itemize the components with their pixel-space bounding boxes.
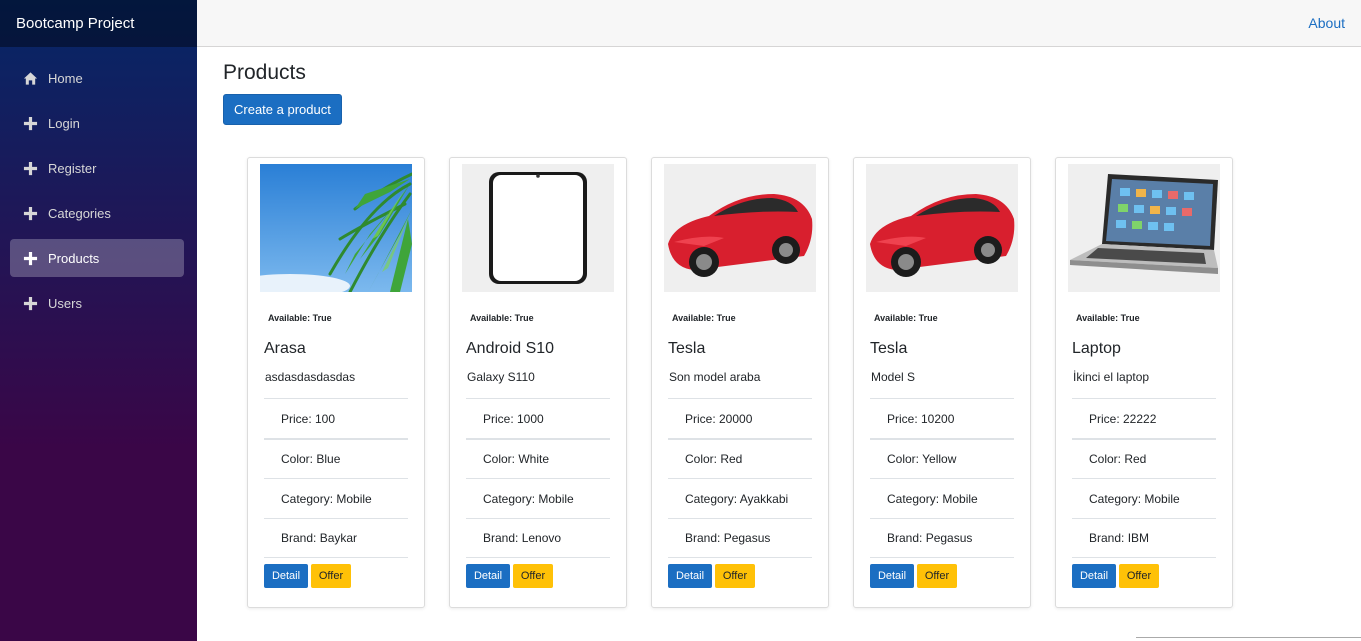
palm-tree-image: [260, 164, 412, 292]
price-item: Price: 20000: [668, 398, 812, 438]
product-description: Son model araba: [669, 370, 761, 384]
product-card: Available: True Android S10 Galaxy S110 …: [449, 157, 627, 608]
product-card: Available: True Laptop İkinci el laptop …: [1055, 157, 1233, 608]
red-car-image: [866, 164, 1018, 292]
sidebar-nav: Home Login Register Categories Products: [0, 47, 197, 322]
product-card: Available: True Arasa asdasdasdasdas Pri…: [247, 157, 425, 608]
product-name: Tesla: [668, 340, 706, 357]
availability-label: Available: True: [874, 313, 938, 323]
category-item: Category: Mobile: [1072, 478, 1216, 518]
top-bar: About: [197, 0, 1361, 47]
availability-label: Available: True: [470, 313, 534, 323]
product-list: Available: True Arasa asdasdasdasdas Pri…: [247, 157, 1233, 608]
product-properties: Price: 10200 Color: Yellow Category: Mob…: [870, 398, 1014, 558]
sidebar-item-products[interactable]: Products: [10, 239, 184, 277]
offer-button[interactable]: Offer: [917, 564, 957, 588]
brand-bar: Bootcamp Project: [0, 0, 197, 47]
detail-button[interactable]: Detail: [870, 564, 914, 588]
card-actions: Detail Offer: [668, 564, 816, 588]
price-item: Price: 1000: [466, 398, 610, 438]
product-properties: Price: 100 Color: Blue Category: Mobile …: [264, 398, 408, 558]
availability-label: Available: True: [268, 313, 332, 323]
color-item: Color: Yellow: [870, 438, 1014, 478]
brand-item: Brand: Baykar: [264, 518, 408, 558]
sidebar-item-label: Register: [48, 160, 97, 176]
availability-label: Available: True: [672, 313, 736, 323]
offer-button[interactable]: Offer: [513, 564, 553, 588]
laptop-image: [1068, 164, 1220, 292]
color-item: Color: Red: [1072, 438, 1216, 478]
sidebar-item-categories[interactable]: Categories: [10, 194, 184, 232]
red-car-image: [664, 164, 816, 292]
price-item: Price: 22222: [1072, 398, 1216, 438]
category-item: Category: Mobile: [870, 478, 1014, 518]
category-item: Category: Mobile: [264, 478, 408, 518]
product-name: Laptop: [1072, 340, 1121, 357]
plus-icon: [22, 205, 38, 221]
offer-button[interactable]: Offer: [715, 564, 755, 588]
product-description: asdasdasdasdas: [265, 370, 356, 384]
card-actions: Detail Offer: [870, 564, 1018, 588]
plus-icon: [22, 295, 38, 311]
product-description: Galaxy S110: [467, 370, 535, 384]
card-actions: Detail Offer: [264, 564, 412, 588]
sidebar-item-register[interactable]: Register: [10, 149, 184, 187]
product-properties: Price: 20000 Color: Red Category: Ayakka…: [668, 398, 812, 558]
brand-item: Brand: IBM: [1072, 518, 1216, 558]
product-name: Tesla: [870, 340, 908, 357]
detail-button[interactable]: Detail: [1072, 564, 1116, 588]
color-item: Color: Red: [668, 438, 812, 478]
plus-icon: [22, 160, 38, 176]
sidebar-item-label: Home: [48, 70, 83, 86]
product-name: Android S10: [466, 340, 555, 357]
product-description: İkinci el laptop: [1073, 370, 1150, 384]
offer-button[interactable]: Offer: [1119, 564, 1159, 588]
product-properties: Price: 1000 Color: White Category: Mobil…: [466, 398, 610, 558]
detail-button[interactable]: Detail: [264, 564, 308, 588]
product-card: Available: True Tesla Son model araba Pr…: [651, 157, 829, 608]
product-card: Available: True Tesla Model S Price: 102…: [853, 157, 1031, 608]
sidebar-item-label: Users: [48, 295, 82, 311]
sidebar-item-users[interactable]: Users: [10, 284, 184, 322]
phone-image: [462, 164, 614, 292]
main-content: Products Create a product: [223, 60, 1361, 125]
sidebar: Bootcamp Project Home Login Register Cat…: [0, 0, 197, 641]
about-link[interactable]: About: [1308, 15, 1345, 31]
detail-button[interactable]: Detail: [668, 564, 712, 588]
color-item: Color: Blue: [264, 438, 408, 478]
availability-label: Available: True: [1076, 313, 1140, 323]
price-item: Price: 10200: [870, 398, 1014, 438]
brand-item: Brand: Lenovo: [466, 518, 610, 558]
color-item: Color: White: [466, 438, 610, 478]
brand-item: Brand: Pegasus: [870, 518, 1014, 558]
plus-icon: [22, 115, 38, 131]
category-item: Category: Mobile: [466, 478, 610, 518]
sidebar-item-label: Login: [48, 115, 80, 131]
sidebar-item-label: Categories: [48, 205, 111, 221]
page-edge-divider: [1136, 637, 1361, 641]
product-properties: Price: 22222 Color: Red Category: Mobile…: [1072, 398, 1216, 558]
offer-button[interactable]: Offer: [311, 564, 351, 588]
category-item: Category: Ayakkabi: [668, 478, 812, 518]
card-actions: Detail Offer: [1072, 564, 1220, 588]
brand-title[interactable]: Bootcamp Project: [16, 15, 134, 32]
sidebar-item-label: Products: [48, 250, 100, 266]
price-item: Price: 100: [264, 398, 408, 438]
product-name: Arasa: [264, 340, 306, 357]
home-icon: [22, 70, 38, 86]
page-title: Products: [223, 61, 306, 84]
plus-icon: [22, 250, 38, 266]
card-actions: Detail Offer: [466, 564, 614, 588]
create-product-button[interactable]: Create a product: [223, 94, 342, 125]
product-description: Model S: [871, 370, 916, 384]
sidebar-item-home[interactable]: Home: [10, 59, 184, 97]
detail-button[interactable]: Detail: [466, 564, 510, 588]
brand-item: Brand: Pegasus: [668, 518, 812, 558]
sidebar-item-login[interactable]: Login: [10, 104, 184, 142]
